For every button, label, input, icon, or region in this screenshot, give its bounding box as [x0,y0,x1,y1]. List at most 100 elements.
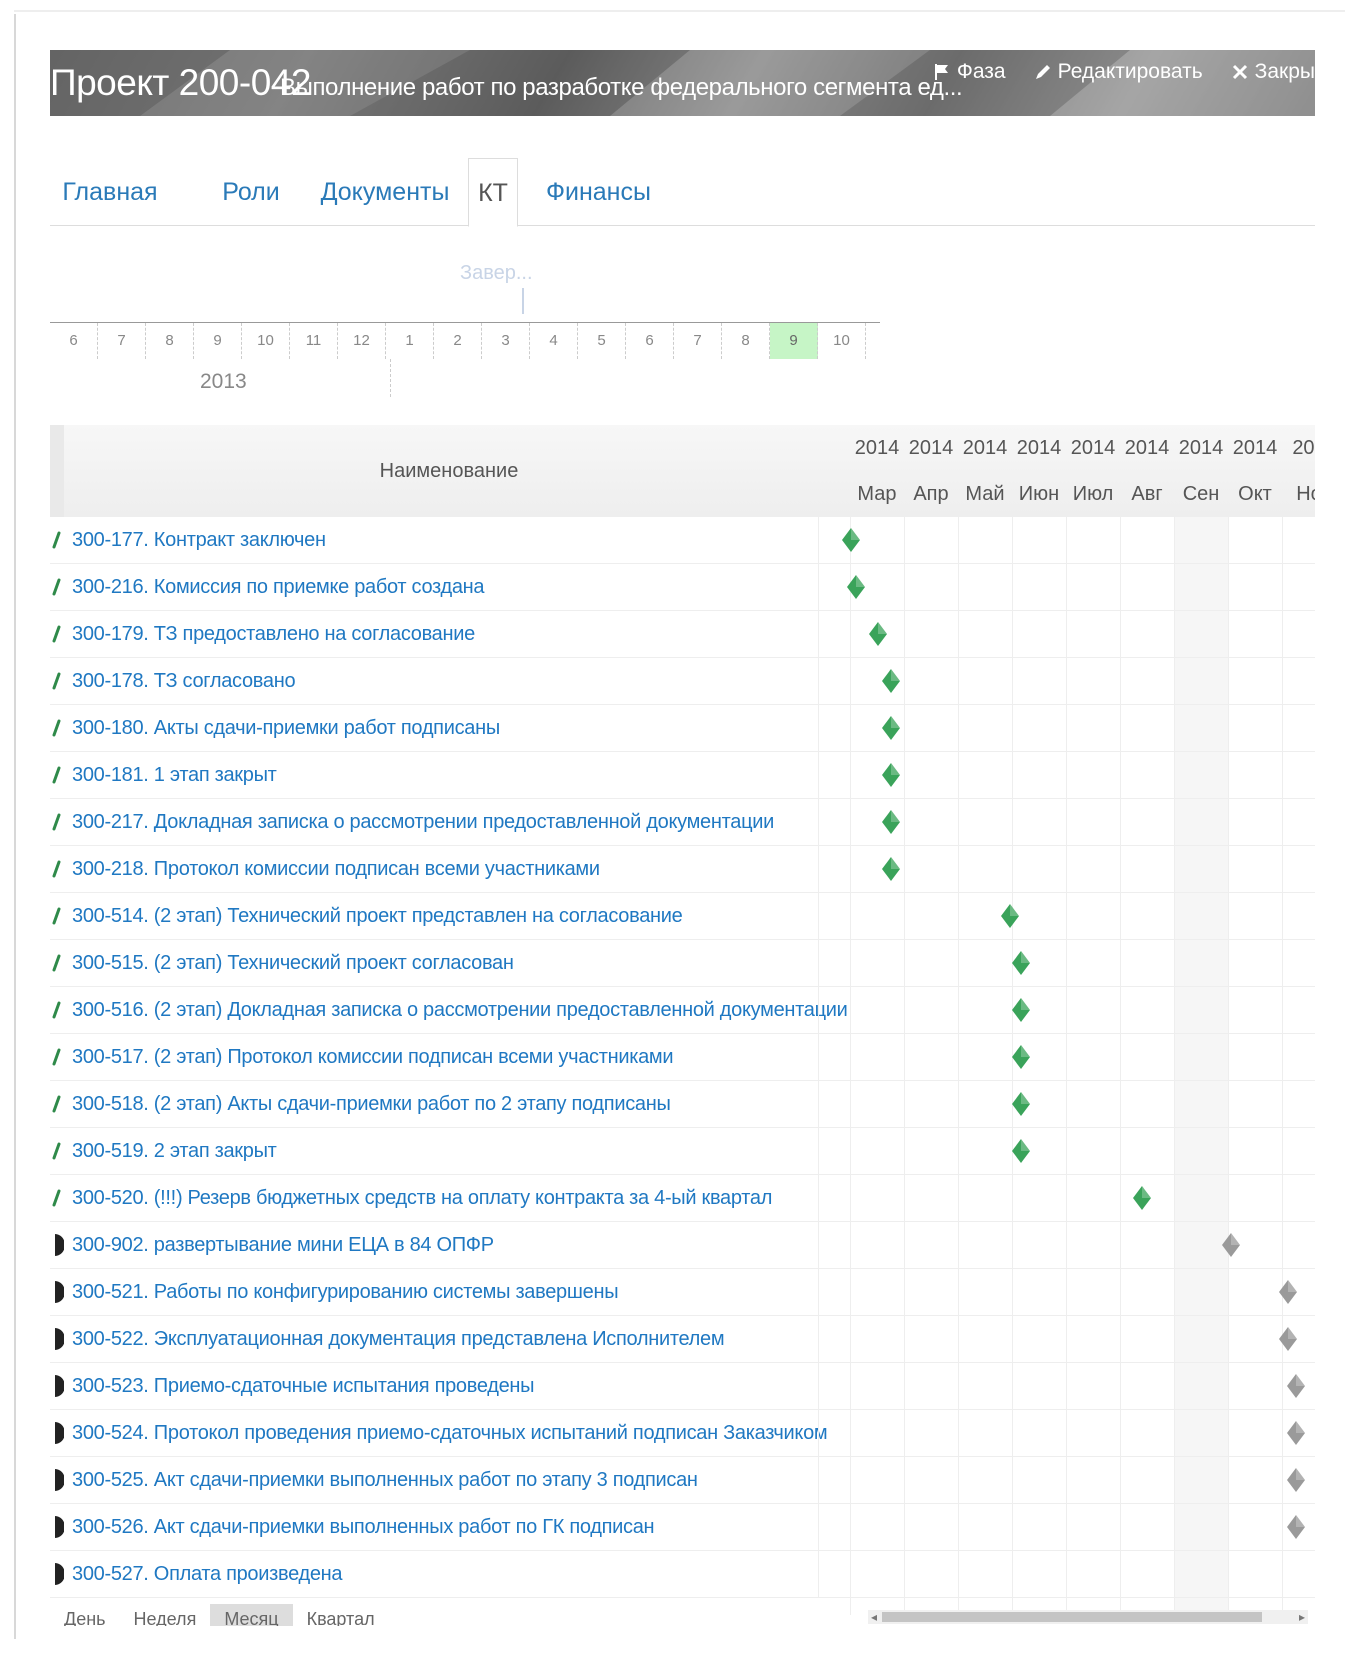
milestone-row[interactable]: 300-902. развертывание мини ЕЦА в 84 ОПФ… [50,1222,1315,1269]
milestone-link[interactable]: 300-514. (2 этап) Технический проект пре… [72,893,683,940]
milestone-link[interactable]: 300-519. 2 этап закрыт [72,1128,277,1175]
milestone-diamond-done[interactable] [1010,1138,1032,1164]
milestone-row[interactable]: 300-516. (2 этап) Докладная записка о ра… [50,987,1315,1034]
milestone-diamond-done[interactable] [999,903,1021,929]
milestone-diamond-planned[interactable] [1285,1514,1307,1540]
milestone-link[interactable]: 300-179. ТЗ предоставлено на согласовани… [72,611,475,658]
milestone-diamond-done[interactable] [840,527,862,553]
phase-label[interactable]: Завер... [460,262,533,285]
milestone-diamond-planned[interactable] [1277,1279,1299,1305]
milestone-link[interactable]: 300-180. Акты сдачи-приемки работ подпис… [72,705,500,752]
zoom-option[interactable]: День [50,1604,120,1626]
milestone-link[interactable]: 300-522. Эксплуатационная документация п… [72,1316,725,1363]
phase-button[interactable]: Фаза [933,60,1006,84]
zoom-option[interactable]: Квартал [293,1604,389,1626]
scroll-left-icon[interactable]: ◂ [868,1610,880,1624]
milestone-link[interactable]: 300-521. Работы по конфигурированию сист… [72,1269,619,1316]
milestone-link[interactable]: 300-515. (2 этап) Технический проект сог… [72,940,514,987]
milestone-row[interactable]: 300-522. Эксплуатационная документация п… [50,1316,1315,1363]
milestone-diamond-done[interactable] [845,574,867,600]
zoom-option[interactable]: Неделя [120,1604,211,1626]
milestone-row[interactable]: 300-520. (!!!) Резерв бюджетных средств … [50,1175,1315,1222]
done-check-icon [52,1001,61,1019]
tab-finance[interactable]: Финансы [546,158,651,226]
close-button[interactable]: Закры [1231,60,1315,84]
milestone-link[interactable]: 300-524. Протокол проведения приемо-сдат… [72,1410,828,1457]
milestone-diamond-done[interactable] [880,762,902,788]
milestone-link[interactable]: 300-516. (2 этап) Докладная записка о ра… [72,987,848,1034]
milestone-diamond-planned[interactable] [1285,1467,1307,1493]
milestone-diamond-done[interactable] [1010,997,1032,1023]
milestone-diamond-planned[interactable] [1277,1326,1299,1352]
row-separator [818,799,819,846]
milestone-link[interactable]: 300-216. Комиссия по приемке работ созда… [72,564,485,611]
milestone-row[interactable]: 300-181. 1 этап закрыт [50,752,1315,799]
milestone-link[interactable]: 300-526. Акт сдачи-приемки выполненных р… [72,1504,655,1551]
milestone-row[interactable]: 300-523. Приемо-сдаточные испытания пров… [50,1363,1315,1410]
tab-milestones[interactable]: КТ [468,158,518,227]
month-header-month: Апр [913,483,949,505]
scroll-right-icon[interactable]: ▸ [1296,1610,1308,1624]
milestone-link[interactable]: 300-527. Оплата произведена [72,1551,343,1598]
milestone-row[interactable]: 300-517. (2 этап) Протокол комиссии подп… [50,1034,1315,1081]
tab-roles[interactable]: Роли [216,158,286,226]
milestone-link[interactable]: 300-517. (2 этап) Протокол комиссии подп… [72,1034,674,1081]
milestone-diamond-done[interactable] [1010,1091,1032,1117]
milestone-link[interactable]: 300-177. Контракт заключен [72,517,326,564]
milestone-row[interactable]: 300-178. ТЗ согласовано [50,658,1315,705]
month-header-year: 2014 [854,437,900,459]
milestone-diamond-done[interactable] [867,621,889,647]
milestone-link[interactable]: 300-218. Протокол комиссии подписан всем… [72,846,600,893]
milestone-row[interactable]: 300-177. Контракт заключен [50,517,1315,564]
milestone-row[interactable]: 300-218. Протокол комиссии подписан всем… [50,846,1315,893]
milestone-row[interactable]: 300-216. Комиссия по приемке работ созда… [50,564,1315,611]
milestone-row[interactable]: 300-519. 2 этап закрыт [50,1128,1315,1175]
milestone-row[interactable]: 300-525. Акт сдачи-приемки выполненных р… [50,1457,1315,1504]
milestone-diamond-planned[interactable] [1220,1232,1242,1258]
milestone-diamond-done[interactable] [880,809,902,835]
milestone-diamond-done[interactable] [1010,950,1032,976]
milestone-diamond-done[interactable] [880,715,902,741]
milestone-link[interactable]: 300-520. (!!!) Резерв бюджетных средств … [72,1175,772,1222]
timeline-tick: 10 [818,323,866,359]
milestone-row[interactable]: 300-527. Оплата произведена [50,1551,1315,1598]
row-separator [818,940,819,987]
month-header-year: 2014 [908,437,954,459]
scrollbar-thumb[interactable] [882,1612,1262,1622]
milestone-diamond-done[interactable] [1010,1044,1032,1070]
milestone-link[interactable]: 300-217. Докладная записка о рассмотрени… [72,799,774,846]
milestone-diamond-planned[interactable] [1285,1420,1307,1446]
row-separator [818,1175,819,1222]
milestone-row[interactable]: 300-515. (2 этап) Технический проект сог… [50,940,1315,987]
project-title: Проект 200-042 [50,62,311,103]
name-column-header[interactable]: Наименование [64,425,834,517]
month-header-month: Авг [1131,483,1163,505]
milestone-row[interactable]: 300-179. ТЗ предоставлено на согласовани… [50,611,1315,658]
milestone-link[interactable]: 300-523. Приемо-сдаточные испытания пров… [72,1363,535,1410]
milestone-link[interactable]: 300-181. 1 этап закрыт [72,752,277,799]
horizontal-scrollbar[interactable]: ◂ ▸ [868,1610,1308,1624]
milestone-row[interactable]: 300-526. Акт сдачи-приемки выполненных р… [50,1504,1315,1551]
milestone-link[interactable]: 300-518. (2 этап) Акты сдачи-приемки раб… [72,1081,671,1128]
tab-documents[interactable]: Документы [320,158,450,226]
timeline-tick: 10 [242,323,290,359]
month-header-year: 2014 [1124,437,1170,459]
milestone-row[interactable]: 300-217. Докладная записка о рассмотрени… [50,799,1315,846]
milestone-row[interactable]: 300-518. (2 этап) Акты сдачи-приемки раб… [50,1081,1315,1128]
milestone-diamond-done[interactable] [880,668,902,694]
milestone-diamond-done[interactable] [880,856,902,882]
edit-button[interactable]: Редактировать [1034,60,1203,84]
row-separator [818,987,819,1034]
zoom-option[interactable]: Месяц [210,1604,293,1626]
milestone-diamond-done[interactable] [1131,1185,1153,1211]
milestone-diamond-planned[interactable] [1285,1373,1307,1399]
milestone-row[interactable]: 300-180. Акты сдачи-приемки работ подпис… [50,705,1315,752]
milestone-link[interactable]: 300-525. Акт сдачи-приемки выполненных р… [72,1457,698,1504]
month-header-month: Сен [1182,483,1220,505]
milestone-link[interactable]: 300-902. развертывание мини ЕЦА в 84 ОПФ… [72,1222,494,1269]
milestone-row[interactable]: 300-521. Работы по конфигурированию сист… [50,1269,1315,1316]
milestone-link[interactable]: 300-178. ТЗ согласовано [72,658,296,705]
tab-main[interactable]: Главная [60,158,160,226]
milestone-row[interactable]: 300-514. (2 этап) Технический проект пре… [50,893,1315,940]
milestone-row[interactable]: 300-524. Протокол проведения приемо-сдат… [50,1410,1315,1457]
